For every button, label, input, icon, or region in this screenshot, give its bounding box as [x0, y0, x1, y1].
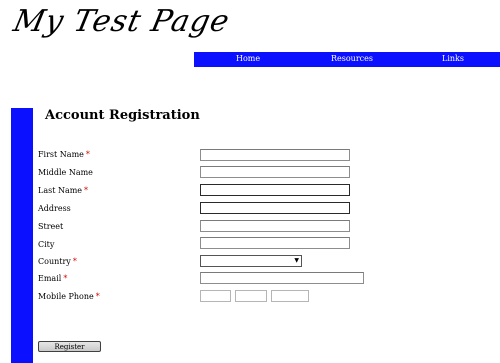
chevron-down-icon: ▼ — [294, 257, 299, 264]
sidebar-accent-strip — [11, 108, 33, 363]
last-name-label: Last Name * — [38, 186, 88, 195]
last-name-input[interactable] — [200, 184, 350, 196]
city-label: City — [38, 240, 54, 249]
nav-item-resources[interactable]: Resources — [331, 54, 373, 63]
field-label-text: City — [38, 240, 55, 249]
email-label: Email * — [38, 274, 67, 283]
nav-bar: Home Resources Links — [194, 52, 500, 67]
field-label-text: Email — [38, 274, 62, 283]
site-title: My Test Page — [10, 4, 234, 39]
page: My Test Page Home Resources Links Accoun… — [0, 0, 500, 363]
street-label: Street — [38, 222, 63, 231]
country-label: Country * — [38, 257, 77, 266]
required-marker: * — [63, 274, 68, 283]
nav-item-links[interactable]: Links — [442, 54, 464, 63]
first-name-label: First Name * — [38, 150, 90, 159]
field-label-text: Middle Name — [38, 168, 93, 177]
required-marker: * — [95, 292, 100, 301]
form-heading: Account Registration — [45, 108, 200, 123]
field-label-text: Country — [38, 257, 71, 266]
mobile-phone-label: Mobile Phone * — [38, 292, 100, 301]
field-label-text: Street — [38, 222, 64, 231]
register-button[interactable]: Register — [38, 341, 101, 352]
field-label-text: Mobile Phone — [38, 292, 94, 301]
required-marker: * — [72, 257, 77, 266]
field-label-text: Address — [38, 204, 71, 213]
required-marker: * — [85, 150, 90, 159]
street-input[interactable] — [200, 220, 350, 232]
email-input[interactable] — [200, 272, 364, 284]
middle-name-label: Middle Name — [38, 168, 93, 177]
city-input[interactable] — [200, 237, 350, 249]
field-label-text: First Name — [38, 150, 84, 159]
address-input[interactable] — [200, 202, 350, 214]
first-name-input[interactable] — [200, 149, 350, 161]
mobile-phone-area-code-input[interactable] — [200, 290, 231, 302]
mobile-phone-line-input[interactable] — [271, 290, 309, 302]
address-label: Address — [38, 204, 71, 213]
country-select[interactable]: ▼ — [200, 255, 302, 267]
nav-item-home[interactable]: Home — [236, 54, 260, 63]
required-marker: * — [84, 186, 89, 195]
field-label-text: Last Name — [38, 186, 83, 195]
mobile-phone-prefix-input[interactable] — [235, 290, 267, 302]
middle-name-input[interactable] — [200, 166, 350, 178]
